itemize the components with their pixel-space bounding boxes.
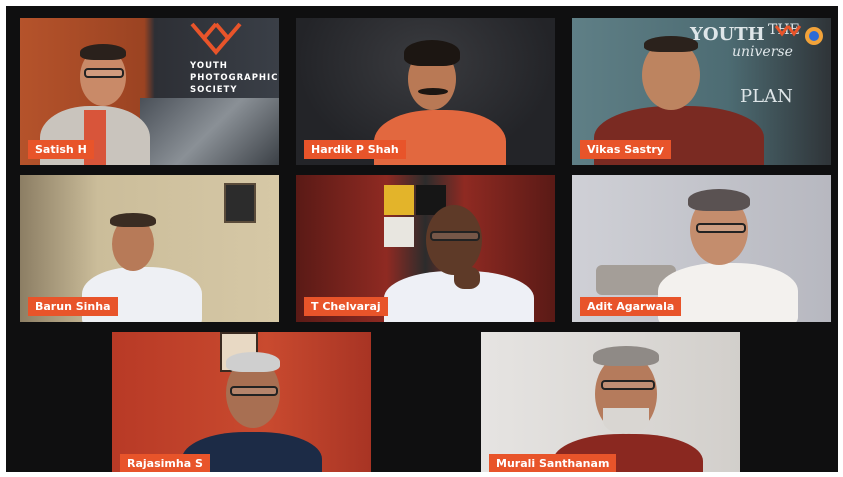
wall-panel-yellow (384, 185, 414, 215)
participant-hair (593, 346, 659, 366)
ups-logo-icon (188, 20, 242, 56)
wall-panel-white (384, 217, 414, 247)
participant-name-tag: Adit Agarwala (580, 297, 682, 316)
participant-name-tag: Hardik P Shah (304, 140, 406, 159)
video-grid: YOUTH PHOTOGRAPHIC SOCIETY Satish H Hard… (6, 6, 838, 472)
logo-line-1: YOUTH (190, 61, 228, 71)
participant-hair (688, 189, 750, 211)
event-logo-icon (774, 22, 828, 48)
participant-hand (454, 267, 480, 289)
video-tile-rajasimha-s[interactable]: Rajasimha S (112, 332, 371, 472)
participant-glasses (230, 386, 278, 396)
participant-name-tag: Rajasimha S (120, 454, 210, 472)
video-tile-murali-santhanam[interactable]: Murali Santhanam (481, 332, 740, 472)
participant-mustache (418, 88, 448, 95)
participant-name-tag: Murali Santhanam (489, 454, 617, 472)
participant-hair (110, 213, 156, 227)
participant-name-tag: Barun Sinha (28, 297, 118, 316)
logo-line-3: SOCIETY (190, 85, 238, 95)
participant-name-tag: Vikas Sastry (580, 140, 671, 159)
video-tile-vikas-sastry[interactable]: YOUTH THE universe PLAN Vikas Sastry (572, 18, 831, 165)
ups-logo-text: YOUTH PHOTOGRAPHIC SOCIETY (190, 60, 278, 96)
participant-name-tag: Satish H (28, 140, 94, 159)
video-tile-satish-h[interactable]: YOUTH PHOTOGRAPHIC SOCIETY Satish H (20, 18, 279, 165)
participant-glasses (430, 231, 480, 241)
wall-certificate (224, 183, 256, 223)
video-tile-t-chelvaraj[interactable]: T Chelvaraj (296, 175, 555, 322)
participant-glasses (696, 223, 746, 233)
participant-name-tag: T Chelvaraj (304, 297, 388, 316)
participant-hair (80, 44, 126, 60)
background-photo (140, 98, 279, 165)
participant-hair (226, 352, 280, 372)
video-tile-barun-sinha[interactable]: Barun Sinha (20, 175, 279, 322)
participant-glasses (601, 380, 655, 390)
participant-beard (603, 408, 649, 434)
participant-hair (404, 40, 460, 66)
logo-line-2: PHOTOGRAPHIC (190, 73, 279, 83)
chalkboard-word: PLAN (740, 86, 793, 107)
video-tile-adit-agarwala[interactable]: Adit Agarwala (572, 175, 831, 322)
participant-glasses (84, 68, 124, 78)
video-tile-hardik-p-shah[interactable]: Hardik P Shah (296, 18, 555, 165)
participant-hair (644, 36, 698, 52)
chalkboard-word: YOUTH (690, 24, 765, 45)
